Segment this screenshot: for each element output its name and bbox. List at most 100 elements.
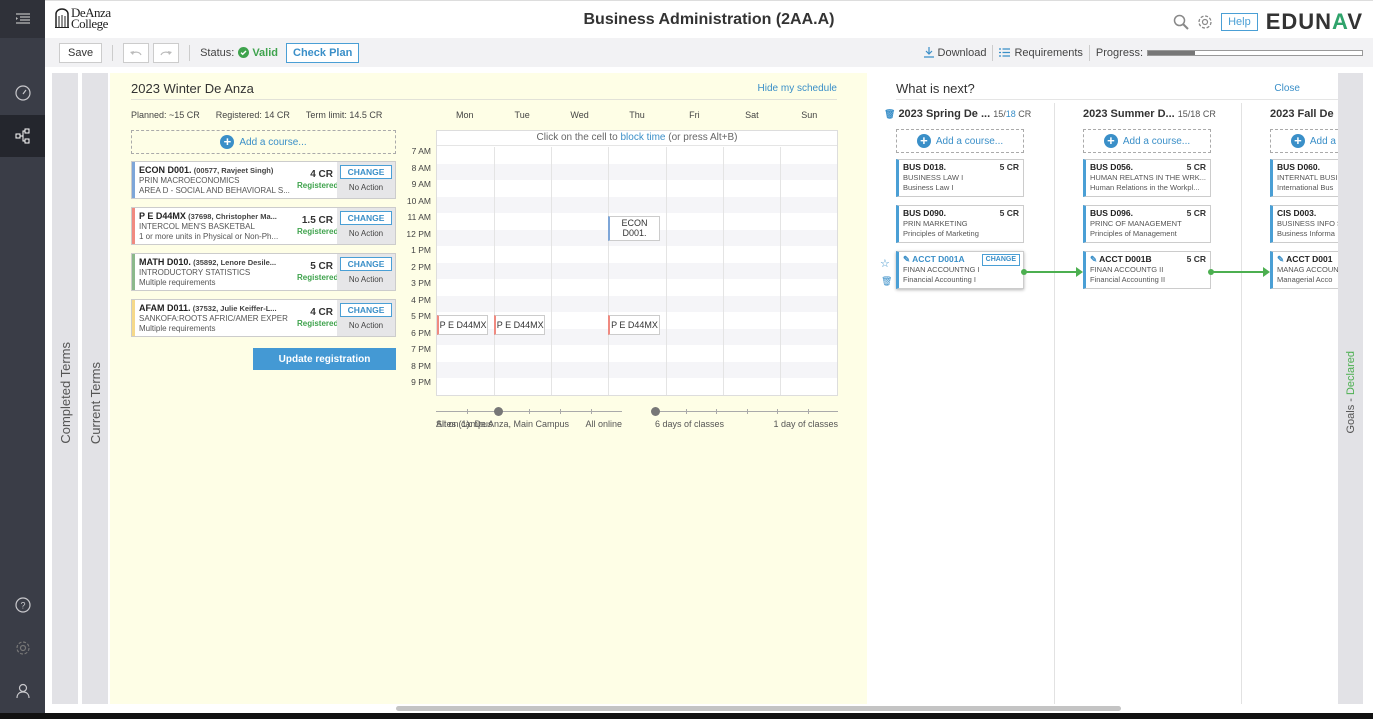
hour-label: 9 AM [411, 179, 431, 189]
arrow-start-dot [1021, 269, 1027, 275]
edunav-logo: EDUNAV [1265, 9, 1363, 34]
check-plan-button[interactable]: Check Plan [286, 42, 360, 63]
sidebar-item-profile[interactable] [0, 670, 45, 712]
calendar-row[interactable] [437, 279, 837, 296]
add-course-button[interactable]: +Add a course... [896, 129, 1024, 153]
registered-course-card[interactable]: P E D44MX (37698, Christopher Ma... INTE… [131, 207, 396, 245]
calendar-row[interactable] [437, 378, 837, 395]
day-fri: Fri [689, 110, 700, 120]
change-button[interactable]: CHANGE [339, 211, 393, 225]
calendar-row[interactable] [437, 196, 837, 213]
course-description: Principles of Management [1090, 229, 1177, 238]
hour-label: 8 AM [411, 162, 431, 173]
planned-course-card[interactable]: CIS D003. BUSINESS INFO S Business Informa [1270, 205, 1338, 243]
redo-button[interactable] [153, 42, 180, 63]
settings-gear-icon[interactable] [1197, 14, 1213, 30]
completed-terms-tab[interactable]: Completed Terms [52, 73, 78, 704]
term-header[interactable]: 🗑 2023 Spring De ... 15/18 CR [884, 108, 1031, 120]
add-course-button[interactable]: +Add a course... [131, 130, 396, 154]
planned-course-card[interactable]: ✎ ACCT D001B 5 CR FINAN ACCOUNTG II Financi… [1083, 251, 1211, 289]
registered-course-card[interactable]: ECON D001. (00577, Ravjeet Singh) PRIN M… [131, 161, 396, 199]
registered-credits: Registered: 14 CR [215, 110, 290, 120]
planned-course-card[interactable]: BUS D060. INTERNATL BUSI International Bus [1270, 159, 1338, 197]
term-header[interactable]: 2023 Summer D... 15/18 CR [1083, 108, 1216, 120]
course-code: ECON D001. [139, 165, 192, 175]
calendar-row[interactable] [437, 295, 837, 312]
planned-course-card[interactable]: ✎ ACCT D001 MANAG ACCOUN Managerial Acco [1270, 251, 1338, 289]
add-course-button[interactable]: +Add a course... [1270, 129, 1338, 153]
download-button[interactable]: Download [923, 47, 986, 59]
calendar-row[interactable] [437, 246, 837, 263]
calendar-row[interactable] [437, 345, 837, 362]
whats-next-title: What is next? [896, 81, 975, 96]
planned-course-card[interactable]: ✎ ACCT D001A CHANGE FINAN ACCOUNTNG I Finan… [896, 251, 1024, 289]
undo-button[interactable] [123, 42, 150, 63]
plus-icon: + [220, 135, 235, 149]
delete-term-icon[interactable]: 🗑 [884, 109, 895, 119]
goals-tab[interactable]: Goals - Declared [1338, 73, 1363, 704]
add-course-button[interactable]: +Add a course... [1083, 129, 1211, 153]
sidebar-item-help[interactable]: ? [0, 584, 45, 626]
calendar-event[interactable]: ECON D001. [608, 216, 660, 241]
calendar-event[interactable]: P E D44MX [437, 315, 489, 335]
registration-status: Registered [297, 227, 339, 236]
day-wed: Wed [570, 110, 589, 120]
star-icon[interactable]: ☆ [880, 257, 890, 270]
course-title: BUSINESS INFO S [1277, 219, 1338, 228]
menu-toggle-button[interactable] [0, 0, 45, 38]
planned-course-card[interactable]: BUS D090. 5 CR PRIN MARKETING Principles of… [896, 205, 1024, 243]
plus-icon: + [1103, 134, 1118, 148]
edit-pencil-icon[interactable]: ✎ [903, 254, 910, 264]
hour-label: 8 PM [411, 360, 431, 371]
course-instructor: (00577, Ravjeet Singh) [193, 166, 274, 175]
sidebar-item-dashboard[interactable] [0, 72, 45, 114]
registered-course-card[interactable]: MATH D010. (35892, Lenore Desile... INTR… [131, 253, 396, 291]
days-of-classes-slider[interactable] [651, 407, 838, 416]
slider-handle[interactable] [494, 407, 503, 416]
calendar-row[interactable] [437, 147, 837, 164]
hide-schedule-link[interactable]: Hide my schedule [758, 83, 837, 94]
slider-handle[interactable] [651, 407, 660, 416]
save-button[interactable]: Save [59, 42, 103, 63]
term-header[interactable]: 2023 Fall De [1270, 108, 1334, 120]
weekly-calendar[interactable]: Click on the cell to block time (or pres… [436, 130, 838, 396]
course-code: BUS D060. [1277, 162, 1320, 172]
current-terms-tab[interactable]: Current Terms [82, 73, 108, 704]
requirements-button[interactable]: Requirements [999, 47, 1083, 59]
block-time-link[interactable]: block time [620, 132, 665, 143]
update-registration-button[interactable]: Update registration [253, 348, 396, 370]
planned-course-card[interactable]: BUS D018. 5 CR BUSINESS LAW I Business Law … [896, 159, 1024, 197]
change-button[interactable]: CHANGE [981, 254, 1020, 266]
calendar-row[interactable] [437, 361, 837, 378]
registered-course-card[interactable]: AFAM D011. (37532, Julie Keiffer-L... SA… [131, 299, 396, 337]
hour-label: 1 PM [411, 245, 431, 255]
calendar-event[interactable]: P E D44MX [494, 315, 546, 335]
planned-course-card[interactable]: BUS D096. 5 CR PRINC OF MANAGEMENT Principl… [1083, 205, 1211, 243]
change-button[interactable]: CHANGE [339, 257, 393, 271]
term-title: 2023 Winter De Anza [131, 81, 254, 96]
undo-icon [130, 50, 142, 55]
help-button[interactable]: Help [1221, 13, 1258, 31]
action-status: No Action [348, 321, 384, 330]
calendar-row[interactable] [437, 180, 837, 197]
calendar-event[interactable]: P E D44MX [608, 315, 660, 335]
edit-pencil-icon[interactable]: ✎ [1090, 254, 1097, 264]
hour-label: 9 PM [411, 377, 431, 387]
current-term-panel: 2023 Winter De Anza Hide my schedule Pla… [110, 73, 867, 704]
trash-icon[interactable]: 🗑 [881, 276, 892, 287]
search-icon[interactable] [1173, 14, 1189, 30]
change-button[interactable]: CHANGE [339, 303, 393, 317]
status-badge: Valid [238, 47, 278, 59]
sidebar-item-settings[interactable] [0, 627, 45, 669]
close-link[interactable]: Close [1274, 83, 1300, 94]
calendar-row[interactable] [437, 262, 837, 279]
change-button[interactable]: CHANGE [339, 165, 393, 179]
hour-label: 5 PM [411, 311, 431, 321]
campus-online-slider[interactable] [436, 407, 622, 416]
horizontal-scrollbar[interactable] [396, 706, 1121, 711]
edit-pencil-icon[interactable]: ✎ [1277, 254, 1284, 264]
calendar-row[interactable] [437, 163, 837, 180]
hour-label: 3 PM [411, 278, 431, 288]
planned-course-card[interactable]: BUS D056. 5 CR HUMAN RELATNS IN THE WRK...… [1083, 159, 1211, 197]
sidebar-item-pathway[interactable] [0, 115, 45, 157]
